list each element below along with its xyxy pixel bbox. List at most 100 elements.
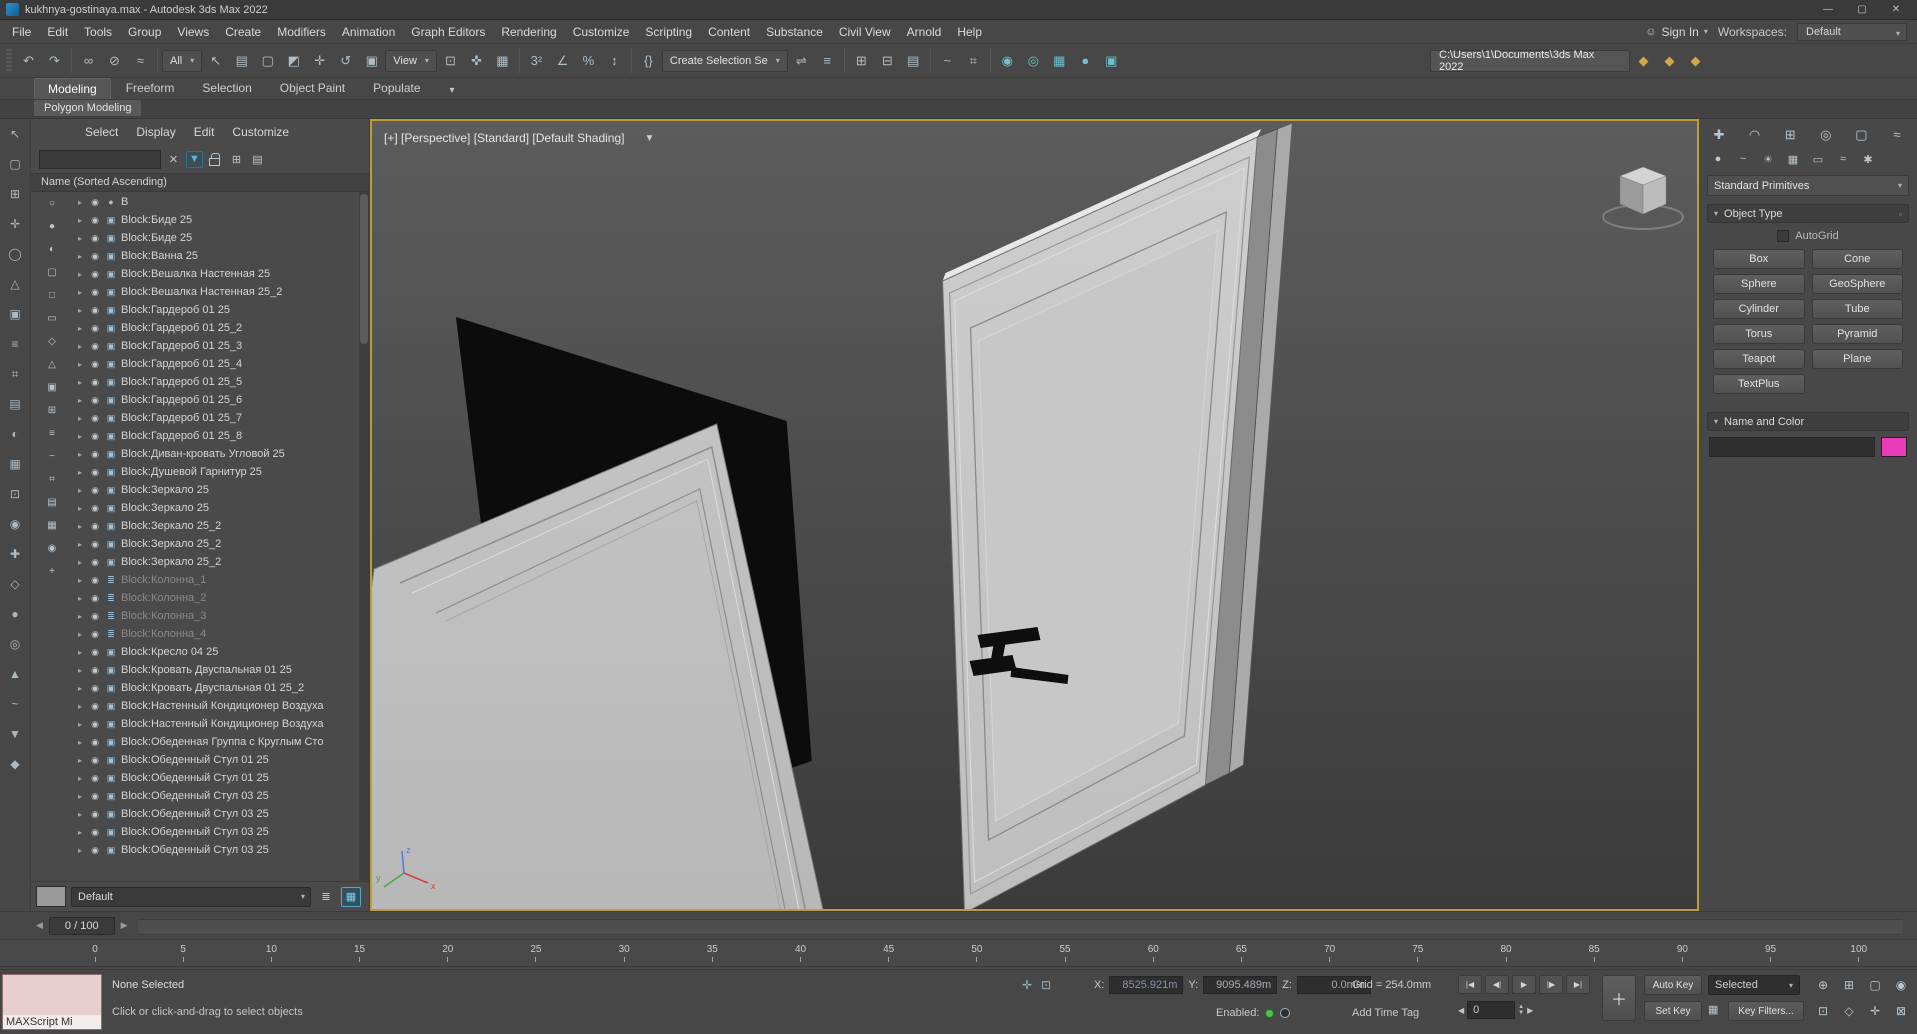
maxscript-mini-listener[interactable]: MAXScript Mi — [2, 974, 102, 1030]
expand-chevron-icon[interactable]: ▸ — [73, 576, 87, 585]
menu-item[interactable]: Scripting — [637, 22, 700, 42]
list-view-icon[interactable]: ▤ — [249, 151, 266, 168]
editor-icon[interactable]: ⌗ — [961, 48, 986, 73]
primitive-button[interactable]: Cylinder — [1713, 299, 1805, 319]
visibility-eye-icon[interactable]: ◉ — [87, 341, 103, 352]
visibility-eye-icon[interactable]: ◉ — [87, 737, 103, 748]
render-tool-icon[interactable]: ◎ — [1021, 48, 1046, 73]
render-tool-icon[interactable]: ● — [1073, 48, 1098, 73]
active-layer-swatch[interactable] — [36, 886, 66, 907]
expand-chevron-icon[interactable]: ▸ — [73, 288, 87, 297]
y-coordinate-field[interactable]: 9095.489m — [1203, 976, 1278, 994]
visibility-eye-icon[interactable]: ◉ — [87, 215, 103, 226]
visibility-eye-icon[interactable]: ◉ — [87, 323, 103, 334]
column-config-icon[interactable]: ⊞ — [228, 151, 245, 168]
left-dock-icon[interactable]: ⊞ — [5, 184, 25, 204]
scene-object-row[interactable]: ▸ ◉ ≣ Block:Колонна_1 — [73, 571, 369, 589]
visibility-eye-icon[interactable]: ◉ — [87, 287, 103, 298]
ribbon-tab[interactable]: Selection — [189, 78, 264, 99]
expand-chevron-icon[interactable]: ▸ — [73, 810, 87, 819]
viewport-nav-icon[interactable]: ✛ — [1864, 1001, 1886, 1021]
snap-toggle-icon[interactable]: % — [576, 48, 601, 73]
filter-funnel-icon[interactable]: ▼ — [186, 150, 203, 168]
ribbon-tab[interactable]: Modeling — [34, 78, 111, 99]
left-dock-icon[interactable]: ✚ — [5, 544, 25, 564]
link-tool-icon[interactable]: ∞ — [76, 48, 101, 73]
command-panel-tab-icon[interactable]: ≈ — [1885, 124, 1909, 145]
primitive-button[interactable]: Pyramid — [1811, 324, 1903, 344]
explorer-search-input[interactable] — [39, 149, 161, 169]
menu-item[interactable]: Animation — [334, 22, 403, 42]
left-dock-icon[interactable]: ● — [5, 604, 25, 624]
expand-chevron-icon[interactable]: ▸ — [73, 324, 87, 333]
primitive-button[interactable]: GeoSphere — [1811, 274, 1903, 294]
primitive-category-dropdown[interactable]: Standard Primitives ▾ — [1707, 175, 1909, 196]
primitive-button[interactable]: Sphere — [1713, 274, 1805, 294]
visibility-eye-icon[interactable]: ◉ — [87, 575, 103, 586]
ribbon-config-button[interactable]: ▾ — [450, 85, 455, 99]
minimize-button[interactable]: — — [1811, 0, 1845, 19]
scene-object-row[interactable]: ▸ ◉ ▣ Block:Зеркало 25_2 — [73, 553, 369, 571]
scene-object-row[interactable]: ▸ ◉ ▣ Block:Вешалка Настенная 25_2 — [73, 283, 369, 301]
explorer-filter-icon[interactable]: ▤ — [44, 494, 60, 510]
create-category-icon[interactable]: ▦ — [1782, 149, 1804, 169]
explorer-scrollbar[interactable] — [359, 192, 369, 881]
viewport-filter-icon[interactable]: ▼ — [644, 133, 654, 144]
keyboard-shortcut-icon[interactable]: ▦ — [1708, 1003, 1718, 1016]
frame-spinner[interactable]: ▲ ▼ — [1518, 1004, 1524, 1016]
scene-object-row[interactable]: ▸ ◉ ≣ Block:Колонна_4 — [73, 625, 369, 643]
expand-chevron-icon[interactable]: ▸ — [73, 468, 87, 477]
menu-item[interactable]: Group — [120, 22, 169, 42]
object-name-field[interactable] — [1709, 437, 1875, 457]
left-dock-icon[interactable]: ◯ — [5, 244, 25, 264]
expand-chevron-icon[interactable]: ▸ — [73, 504, 87, 513]
left-dock-icon[interactable]: ▦ — [5, 454, 25, 474]
transform-gizmo-icon[interactable]: ⊡ — [1041, 978, 1051, 992]
primitive-button[interactable]: TextPlus — [1713, 374, 1805, 394]
menu-item[interactable]: Civil View — [831, 22, 899, 42]
scene-object-row[interactable]: ▸ ◉ ▣ Block:Ванна 25 — [73, 247, 369, 265]
primitive-button[interactable]: Teapot — [1713, 349, 1805, 369]
transport-button[interactable]: ▶| — [1566, 975, 1590, 994]
menu-item[interactable]: Help — [949, 22, 990, 42]
lock-icon[interactable] — [209, 152, 220, 166]
object-type-rollout-header[interactable]: ▾ Object Type ▫ — [1707, 204, 1909, 223]
expand-chevron-icon[interactable]: ▸ — [73, 792, 87, 801]
visibility-eye-icon[interactable]: ◉ — [87, 449, 103, 460]
menu-item[interactable]: Content — [700, 22, 758, 42]
visibility-eye-icon[interactable]: ◉ — [87, 611, 103, 622]
scene-object-row[interactable]: ▸ ◉ ▣ Block:Кровать Двуспальная 01 25 — [73, 661, 369, 679]
left-dock-icon[interactable]: ↖ — [5, 124, 25, 144]
scene-object-row[interactable]: ▸ ◉ ▣ Block:Обеденный Стул 01 25 — [73, 751, 369, 769]
left-dock-icon[interactable]: ~ — [5, 694, 25, 714]
expand-chevron-icon[interactable]: ▸ — [73, 396, 87, 405]
visibility-eye-icon[interactable]: ◉ — [87, 845, 103, 856]
left-dock-icon[interactable]: ✛ — [5, 214, 25, 234]
maximize-button[interactable]: ▢ — [1845, 0, 1879, 19]
explorer-menu-item[interactable]: Edit — [186, 122, 223, 142]
left-dock-icon[interactable]: ◆ — [5, 754, 25, 774]
explorer-filter-icon[interactable]: ▢ — [44, 264, 60, 280]
left-dock-icon[interactable]: ◉ — [5, 514, 25, 534]
close-button[interactable]: ✕ — [1879, 0, 1913, 19]
transport-button[interactable]: |◀ — [1458, 975, 1482, 994]
render-preset-icon[interactable]: ◆ — [1631, 48, 1656, 73]
visibility-eye-icon[interactable]: ◉ — [87, 539, 103, 550]
scene-object-row[interactable]: ▸ ◉ ▣ Block:Гардероб 01 25_2 — [73, 319, 369, 337]
mirror-align-icon[interactable]: ≡ — [815, 48, 840, 73]
primitive-button[interactable]: Box — [1713, 249, 1805, 269]
expand-chevron-icon[interactable]: ▸ — [73, 702, 87, 711]
expand-chevron-icon[interactable]: ▸ — [73, 594, 87, 603]
frame-forward-icon[interactable]: ▶ — [1527, 1006, 1533, 1015]
explorer-filter-icon[interactable]: ◉ — [44, 540, 60, 556]
visibility-eye-icon[interactable]: ◉ — [87, 503, 103, 514]
left-dock-icon[interactable]: ▤ — [5, 394, 25, 414]
visibility-eye-icon[interactable]: ◉ — [87, 269, 103, 280]
explorer-filter-icon[interactable]: ◐ — [44, 241, 60, 257]
scene-object-row[interactable]: ▸ ◉ ▣ Block:Гардероб 01 25_4 — [73, 355, 369, 373]
expand-chevron-icon[interactable]: ▸ — [73, 414, 87, 423]
visibility-eye-icon[interactable]: ◉ — [87, 431, 103, 442]
primitive-button[interactable]: Torus — [1713, 324, 1805, 344]
expand-chevron-icon[interactable]: ▸ — [73, 342, 87, 351]
menu-item[interactable]: Views — [169, 22, 217, 42]
